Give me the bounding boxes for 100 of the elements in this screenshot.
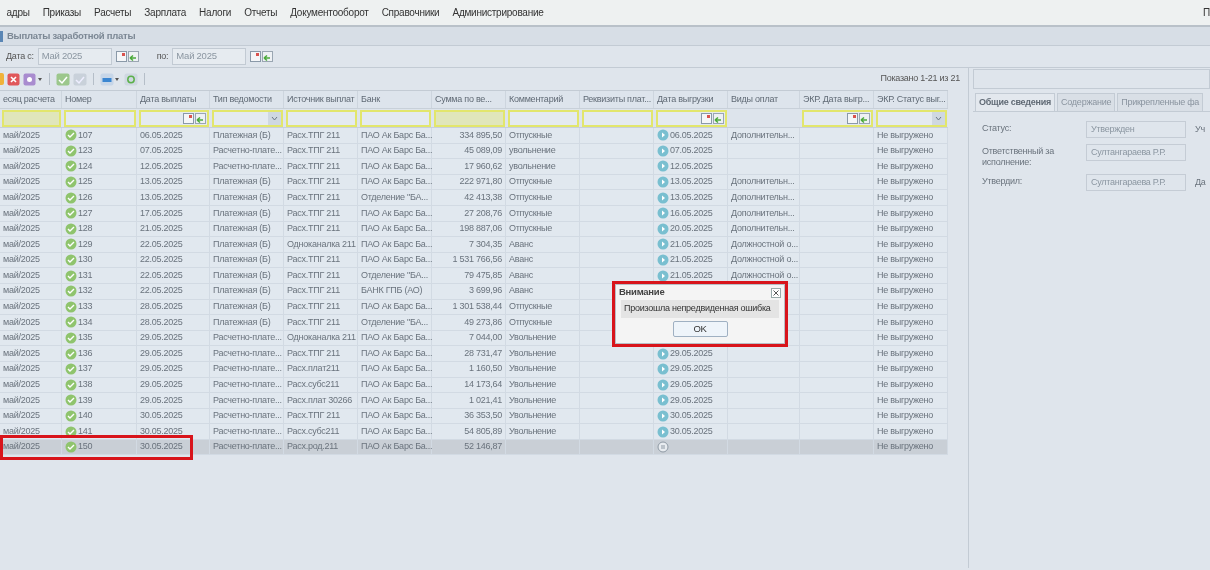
column-header[interactable]: Дата выгрузки (657, 92, 714, 107)
calendar-icon[interactable] (182, 112, 194, 124)
table-cell-text: Одноканалка 211 (287, 237, 356, 251)
table-cell: Увольнение (509, 378, 557, 392)
table-cell: Отпускные (509, 206, 553, 220)
table-row[interactable]: май/2025 124 12.05.2025 Расчетно-плате... Расх.ТПГ 211 ПАО Ак Барс Ба... 17 960,62 увольнение 12.05.2025 Не выгружено (0, 159, 948, 175)
column-header[interactable]: Номер (65, 92, 92, 107)
arrow-icon[interactable] (127, 51, 139, 62)
close-icon[interactable] (771, 287, 781, 298)
table-cell-text: 28.05.2025 (140, 315, 183, 329)
play-icon (657, 410, 669, 422)
table-cell: Расчетно-плате... (213, 331, 282, 345)
table-cell: 137 (78, 362, 93, 376)
menu-item[interactable]: Документооборот (283, 5, 376, 20)
menu-item[interactable]: Отчеты (237, 5, 284, 20)
field-label: Уч (1194, 123, 1205, 136)
menu-item[interactable]: адры (0, 5, 37, 20)
column-header[interactable]: Источник выплат (287, 92, 355, 107)
table-cell: Расх.ТПГ 211 (287, 253, 340, 267)
filter-field[interactable] (359, 109, 431, 127)
table-cell: Расчетно-плате... (213, 378, 282, 392)
panel-icon (0, 30, 3, 42)
table-cell-text: май/2025 (3, 237, 40, 251)
table-cell: Расчетно-плате... (213, 440, 282, 454)
delete-icon[interactable] (7, 72, 20, 86)
table-cell-text: 141 (78, 424, 93, 438)
table-row[interactable]: май/2025 136 29.05.2025 Расчетно-плате... Расх.ТПГ 211 ПАО Ак Барс Ба... 28 731,47 Увольнение 29.05.2025 Не выгружено (0, 346, 948, 362)
filter-field[interactable] (507, 109, 579, 127)
table-cell-text: Не выгружено (877, 424, 934, 438)
calendar-icon[interactable] (115, 51, 127, 62)
table-cell-text: Расх.ТПГ 211 (287, 315, 340, 329)
disapprove-icon[interactable] (73, 72, 87, 86)
check-icon (65, 441, 77, 454)
filter-field[interactable] (655, 109, 727, 127)
table-row[interactable]: май/2025 141 30.05.2025 Расчетно-плате... Расх.субс211 ПАО Ак Барс Ба... 54 805,89 Увольнение 30.05.2025 Не выгружено (0, 424, 948, 440)
tab[interactable]: Прикрепленные фа (1117, 93, 1204, 111)
table-cell: Расх.плат211 (287, 362, 340, 376)
date-field[interactable]: Май 2025 (172, 48, 247, 65)
table-row[interactable]: май/2025 131 22.05.2025 Платежная (Б) Расх.ТПГ 211 Отделение "БА... 79 475,85 Аванс 21.05.2025 Должностной о... Не выгружено (0, 268, 948, 284)
menu-item[interactable]: Налоги (192, 5, 238, 20)
table-row[interactable]: май/2025 129 22.05.2025 Платежная (Б) Одноканалка 211 ПАО Ак Барс Ба... 7 304,35 Аванс 21.05.2025 Должностной о... Не выгружено (0, 237, 948, 253)
ok-button[interactable]: OK (672, 321, 728, 337)
table-cell-text: 22.05.2025 (140, 268, 183, 282)
input-field[interactable]: Султангараева Р.Р. (1086, 174, 1186, 191)
column-header[interactable]: Банк (361, 92, 380, 107)
check-icon (65, 160, 77, 173)
table-cell: Расх.субс211 (287, 378, 340, 392)
table-cell: Расх.ТПГ 211 (287, 409, 340, 423)
column-header[interactable]: Комментарий (509, 92, 563, 107)
calendar-icon[interactable] (846, 112, 858, 124)
column-header[interactable]: Виды оплат (731, 92, 778, 107)
filter-field[interactable] (433, 109, 505, 127)
table-row[interactable]: май/2025 139 29.05.2025 Расчетно-плате... Расх.плат 30266 ПАО Ак Барс Ба... 1 021,41 Увольнение 29.05.2025 Не выгружено (0, 393, 948, 409)
menu-item[interactable]: Зарплата (137, 5, 193, 20)
table-cell: увольнение (509, 144, 556, 158)
input-field[interactable]: Утвержден (1086, 121, 1186, 138)
table-cell-text: Расх.ТПГ 211 (287, 268, 340, 282)
table-cell-text: май/2025 (3, 159, 40, 173)
table-row[interactable]: май/2025 107 06.05.2025 Платежная (Б) Расх.ТПГ 211 ПАО Ак Барс Ба... 334 895,50 Отпускные 06.05.2025 Дополнительн... Не выгружено (0, 128, 948, 144)
menu-item[interactable]: Расчеты (87, 5, 138, 20)
check-icon (65, 176, 77, 189)
approve-icon[interactable] (56, 72, 70, 86)
filter-field[interactable] (581, 109, 653, 127)
menu-item[interactable]: Приказы (36, 5, 88, 20)
date-field[interactable]: Май 2025 (37, 48, 112, 65)
table-cell-text: Отпускные (509, 190, 553, 204)
filter-field[interactable] (285, 109, 357, 127)
column-header[interactable]: ЭКР. Статус выг... (877, 92, 946, 107)
caret-icon[interactable] (267, 111, 281, 125)
tab[interactable]: Содержание (1057, 93, 1116, 111)
date-to-label: по: (156, 49, 169, 63)
column-header[interactable]: есяц расчета (3, 92, 55, 107)
column-header[interactable]: Тип ведомости (213, 92, 272, 107)
column-header[interactable]: Сумма по ве... (435, 92, 492, 107)
play-icon (657, 269, 669, 282)
table-cell: Увольнение (509, 409, 557, 423)
table-cell-text: Не выгружено (877, 268, 934, 282)
menu-item[interactable]: Администрирование (445, 5, 551, 20)
table-cell: 198 887,06 (459, 222, 502, 236)
arrow-icon[interactable] (262, 51, 274, 62)
table-row[interactable]: май/2025 126 13.05.2025 Платежная (Б) Расх.ТПГ 211 Отделение "БА... 42 413,38 Отпускные 13.05.2025 Дополнительн... Не выгружено (0, 190, 948, 206)
table-cell-text: Платежная (Б) (213, 315, 271, 329)
input-field[interactable]: Султангараева Р.Р. (1086, 144, 1186, 161)
check-icon (65, 222, 77, 235)
menu-item[interactable]: Справочники (375, 5, 446, 20)
table-cell: Расх.род.211 (287, 440, 339, 454)
filter-field[interactable] (801, 109, 873, 127)
menu-item[interactable]: П (1203, 5, 1210, 20)
column-header[interactable]: Дата выплаты (140, 92, 197, 107)
caret-icon[interactable] (931, 111, 945, 125)
tab[interactable]: Общие сведения (975, 93, 1056, 111)
filter-field[interactable] (138, 109, 209, 127)
filter-field[interactable] (1, 109, 61, 127)
calendar-icon[interactable] (250, 51, 262, 62)
table-cell-text: 124 (78, 159, 93, 173)
column-header[interactable]: Реквизиты плат... (583, 92, 651, 107)
calendar-icon[interactable] (700, 112, 712, 124)
column-header[interactable]: ЭКР. Дата выгр... (803, 92, 870, 107)
table-cell: 13.05.2025 (670, 175, 713, 189)
filter-field[interactable] (63, 109, 136, 127)
